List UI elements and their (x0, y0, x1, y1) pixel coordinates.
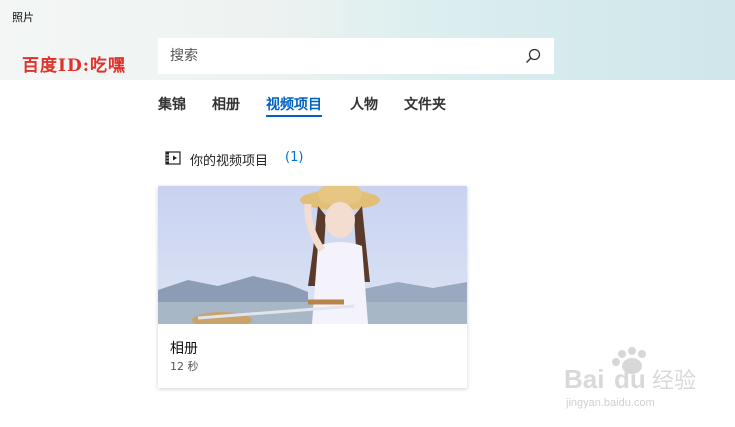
section-label: 你的视频项目 (190, 154, 269, 169)
baidu-id-watermark: 百度ID:吃嘿 (22, 56, 126, 76)
card-duration: 12 秒 (170, 360, 199, 373)
section-count: (1) (285, 150, 304, 165)
tab-albums[interactable]: 相册 (212, 94, 240, 114)
video-project-icon (165, 151, 181, 165)
tab-video-projects[interactable]: 视频项目 (266, 94, 322, 117)
search-input[interactable] (158, 38, 554, 74)
tab-people[interactable]: 人物 (350, 94, 378, 114)
svg-text:du: du (614, 364, 646, 394)
tab-highlights[interactable]: 集锦 (158, 94, 186, 114)
baidu-jingyan-logo: Bai du 经验 jingyan.baidu.com (564, 347, 696, 409)
app-title: 照片 (12, 11, 34, 24)
video-project-card[interactable]: 相册 12 秒 (158, 186, 467, 388)
card-title: 相册 (170, 341, 198, 357)
video-thumbnail[interactable] (158, 186, 467, 324)
search-icon[interactable] (524, 47, 542, 65)
svg-text:经验: 经验 (652, 369, 696, 394)
tab-folders[interactable]: 文件夹 (404, 94, 446, 114)
search-box (158, 38, 554, 74)
svg-text:Bai: Bai (564, 364, 604, 394)
svg-text:jingyan.baidu.com: jingyan.baidu.com (565, 397, 655, 409)
